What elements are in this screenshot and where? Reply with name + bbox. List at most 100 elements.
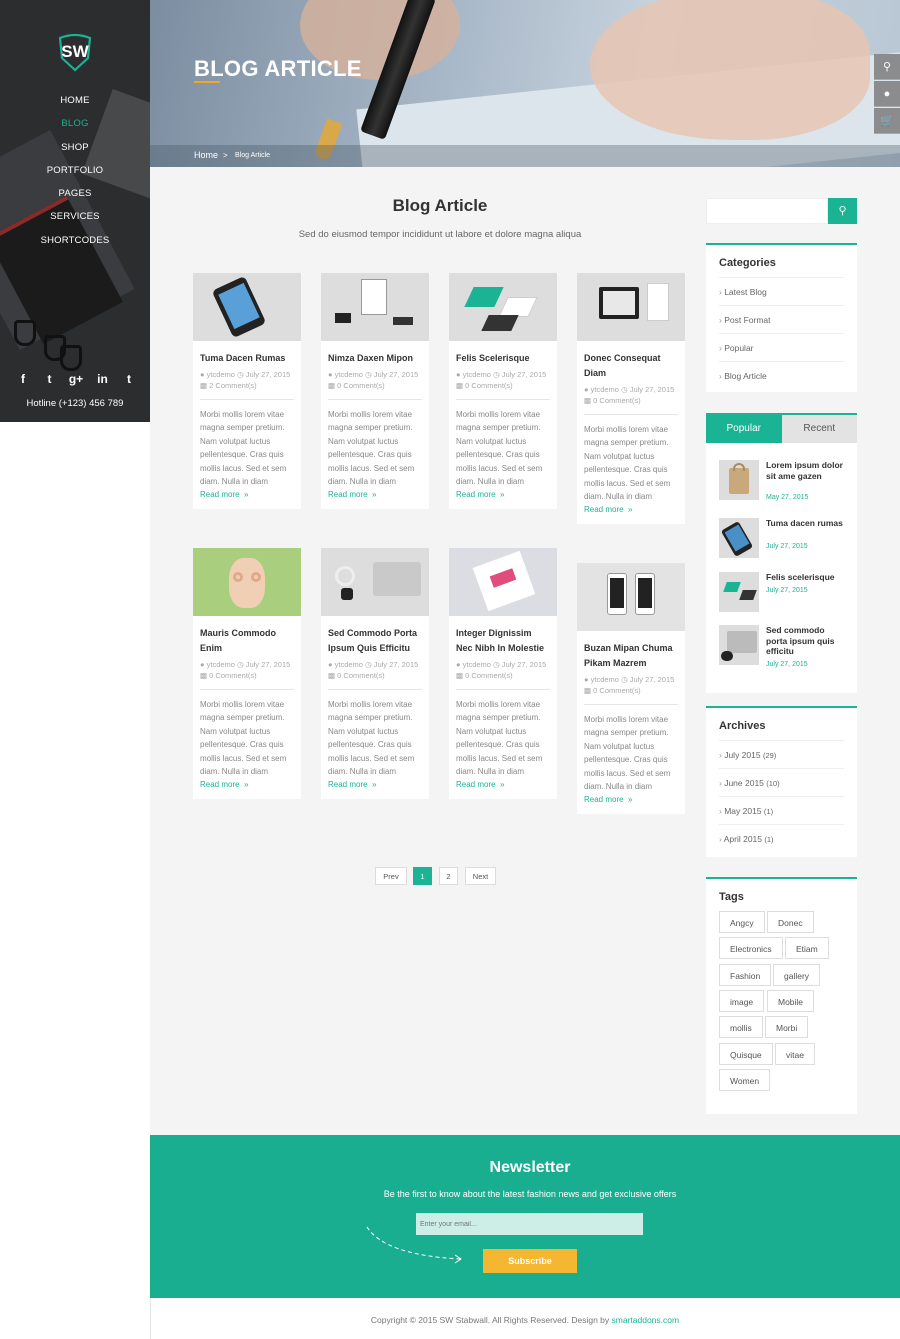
user-icon[interactable]: ● (874, 81, 900, 107)
breadcrumb-home[interactable]: Home (194, 150, 218, 160)
read-more-link[interactable]: Read more » (200, 490, 294, 499)
post-title[interactable]: Donec Consequat Diam (584, 351, 678, 381)
tag-link[interactable]: Women (719, 1069, 771, 1091)
post-comments[interactable]: 0 Comment(s) (465, 671, 513, 680)
tag-link[interactable]: Mobile (767, 990, 815, 1012)
sidebar-search-input[interactable] (706, 198, 828, 224)
post-comments[interactable]: 0 Comment(s) (465, 381, 513, 390)
subscribe-button[interactable]: Subscribe (483, 1249, 577, 1273)
archive-link[interactable]: May 2015 (1) (719, 796, 844, 824)
post-title[interactable]: Sed Commodo Porta Ipsum Quis Efficitu (328, 626, 422, 656)
google-plus-icon[interactable]: g+ (67, 372, 85, 386)
popular-post-title[interactable]: Sed commodo porta ipsum quis efficitu (766, 625, 846, 657)
tag-link[interactable]: Morbi (765, 1016, 809, 1038)
tag-link[interactable]: Angcy (719, 911, 765, 933)
tag-link[interactable]: vitae (775, 1043, 815, 1065)
read-more-label[interactable]: Read more (328, 780, 368, 789)
read-more-label[interactable]: Read more (328, 490, 368, 499)
tag-link[interactable]: Fashion (719, 964, 772, 986)
post-thumbnail[interactable] (719, 625, 759, 665)
category-link[interactable]: Post Format (719, 305, 844, 333)
pagination-page-2[interactable]: 2 (439, 867, 458, 885)
read-more-link[interactable]: Read more » (328, 780, 422, 789)
search-icon[interactable]: ⚲ (874, 54, 900, 80)
search-icon[interactable]: ⚲ (828, 198, 857, 224)
blog-post-card[interactable]: Felis Scelerisque ● ytcdemo ◷ July 27, 20… (449, 273, 557, 510)
tag-link[interactable]: Quisque (719, 1043, 773, 1065)
tag-link[interactable]: Donec (767, 911, 814, 933)
blog-post-card[interactable]: Sed Commodo Porta Ipsum Quis Efficitu ● y… (321, 548, 429, 800)
read-more-link[interactable]: Read more » (456, 780, 550, 789)
post-comments[interactable]: 0 Comment(s) (337, 381, 385, 390)
blog-post-card[interactable]: Integer Dignissim Nec Nibh In Molestie ● … (449, 548, 557, 800)
blog-post-card[interactable]: Tuma Dacen Rumas ● ytcdemo ◷ July 27, 201… (193, 273, 301, 510)
twitter-icon[interactable]: t (41, 372, 59, 386)
post-image[interactable] (449, 273, 557, 341)
post-title[interactable]: Tuma Dacen Rumas (200, 351, 294, 366)
post-thumbnail[interactable] (719, 518, 759, 558)
post-comments[interactable]: 0 Comment(s) (593, 396, 641, 405)
blog-post-card[interactable]: Mauris Commodo Enim ● ytcdemo ◷ July 27, … (193, 548, 301, 800)
popular-post-title[interactable]: Lorem ipsum dolor sit ame gazen (766, 460, 846, 481)
tag-link[interactable]: gallery (773, 964, 821, 986)
archive-link[interactable]: April 2015 (1) (719, 824, 844, 852)
blog-post-card[interactable]: Buzan Mipan Chuma Pikam Mazrem ● ytcdemo … (577, 563, 685, 815)
tag-link[interactable]: mollis (719, 1016, 763, 1038)
category-link[interactable]: Latest Blog (719, 277, 844, 305)
post-title[interactable]: Nimza Daxen Mipon (328, 351, 422, 366)
post-title[interactable]: Felis Scelerisque (456, 351, 550, 366)
nav-item-blog[interactable]: BLOG (0, 116, 150, 139)
post-title[interactable]: Integer Dignissim Nec Nibh In Molestie (456, 626, 550, 656)
read-more-link[interactable]: Read more » (584, 795, 678, 804)
post-title[interactable]: Mauris Commodo Enim (200, 626, 294, 656)
post-comments[interactable]: 0 Comment(s) (593, 686, 641, 695)
read-more-label[interactable]: Read more (200, 490, 240, 499)
pagination-next[interactable]: Next (465, 867, 496, 885)
popular-post-item[interactable]: Felis scelerisque July 27, 2015 (719, 572, 849, 617)
nav-item-pages[interactable]: PAGES (0, 186, 150, 209)
popular-post-title[interactable]: Tuma dacen rumas (766, 518, 846, 529)
post-image[interactable] (577, 273, 685, 341)
read-more-label[interactable]: Read more (456, 490, 496, 499)
facebook-icon[interactable]: f (14, 372, 32, 386)
post-comments[interactable]: 0 Comment(s) (209, 671, 257, 680)
nav-item-home[interactable]: HOME (0, 93, 150, 116)
nav-item-shop[interactable]: SHOP (0, 140, 150, 163)
archive-label[interactable]: June 2015 (724, 778, 764, 788)
archive-link[interactable]: July 2015 (29) (719, 740, 844, 768)
popular-post-title[interactable]: Felis scelerisque (766, 572, 846, 583)
post-image[interactable] (193, 548, 301, 616)
designer-link[interactable]: smartaddons.com (612, 1315, 680, 1325)
tab-popular[interactable]: Popular (706, 415, 782, 443)
archive-label[interactable]: April 2015 (724, 834, 762, 844)
archive-link[interactable]: June 2015 (10) (719, 768, 844, 796)
post-image[interactable] (449, 548, 557, 616)
post-title[interactable]: Buzan Mipan Chuma Pikam Mazrem (584, 641, 678, 671)
nav-item-portfolio[interactable]: PORTFOLIO (0, 163, 150, 186)
pagination-prev[interactable]: Prev (375, 867, 407, 885)
post-image[interactable] (193, 273, 301, 341)
post-image[interactable] (321, 548, 429, 616)
read-more-label[interactable]: Read more (584, 505, 624, 514)
post-comments[interactable]: 0 Comment(s) (337, 671, 385, 680)
read-more-link[interactable]: Read more » (456, 490, 550, 499)
tag-link[interactable]: Electronics (719, 937, 783, 959)
nav-item-shortcodes[interactable]: SHORTCODES (0, 233, 150, 256)
tumblr-icon[interactable]: t (120, 372, 138, 386)
pagination-page-1[interactable]: 1 (413, 867, 432, 885)
tab-recent[interactable]: Recent (781, 415, 857, 443)
read-more-label[interactable]: Read more (456, 780, 496, 789)
post-thumbnail[interactable] (719, 460, 759, 500)
read-more-link[interactable]: Read more » (584, 505, 678, 514)
category-link[interactable]: Blog Article (719, 361, 844, 389)
category-link[interactable]: Popular (719, 333, 844, 361)
tag-link[interactable]: image (719, 990, 765, 1012)
nav-item-services[interactable]: SERVICES (0, 209, 150, 232)
tag-link[interactable]: Etiam (785, 937, 829, 959)
blog-post-card[interactable]: Donec Consequat Diam ● ytcdemo ◷ July 27,… (577, 273, 685, 525)
post-image[interactable] (577, 563, 685, 631)
post-thumbnail[interactable] (719, 572, 759, 612)
cart-icon[interactable]: 🛒 (874, 108, 900, 134)
archive-label[interactable]: July 2015 (724, 750, 760, 760)
linkedin-icon[interactable]: in (94, 372, 112, 386)
